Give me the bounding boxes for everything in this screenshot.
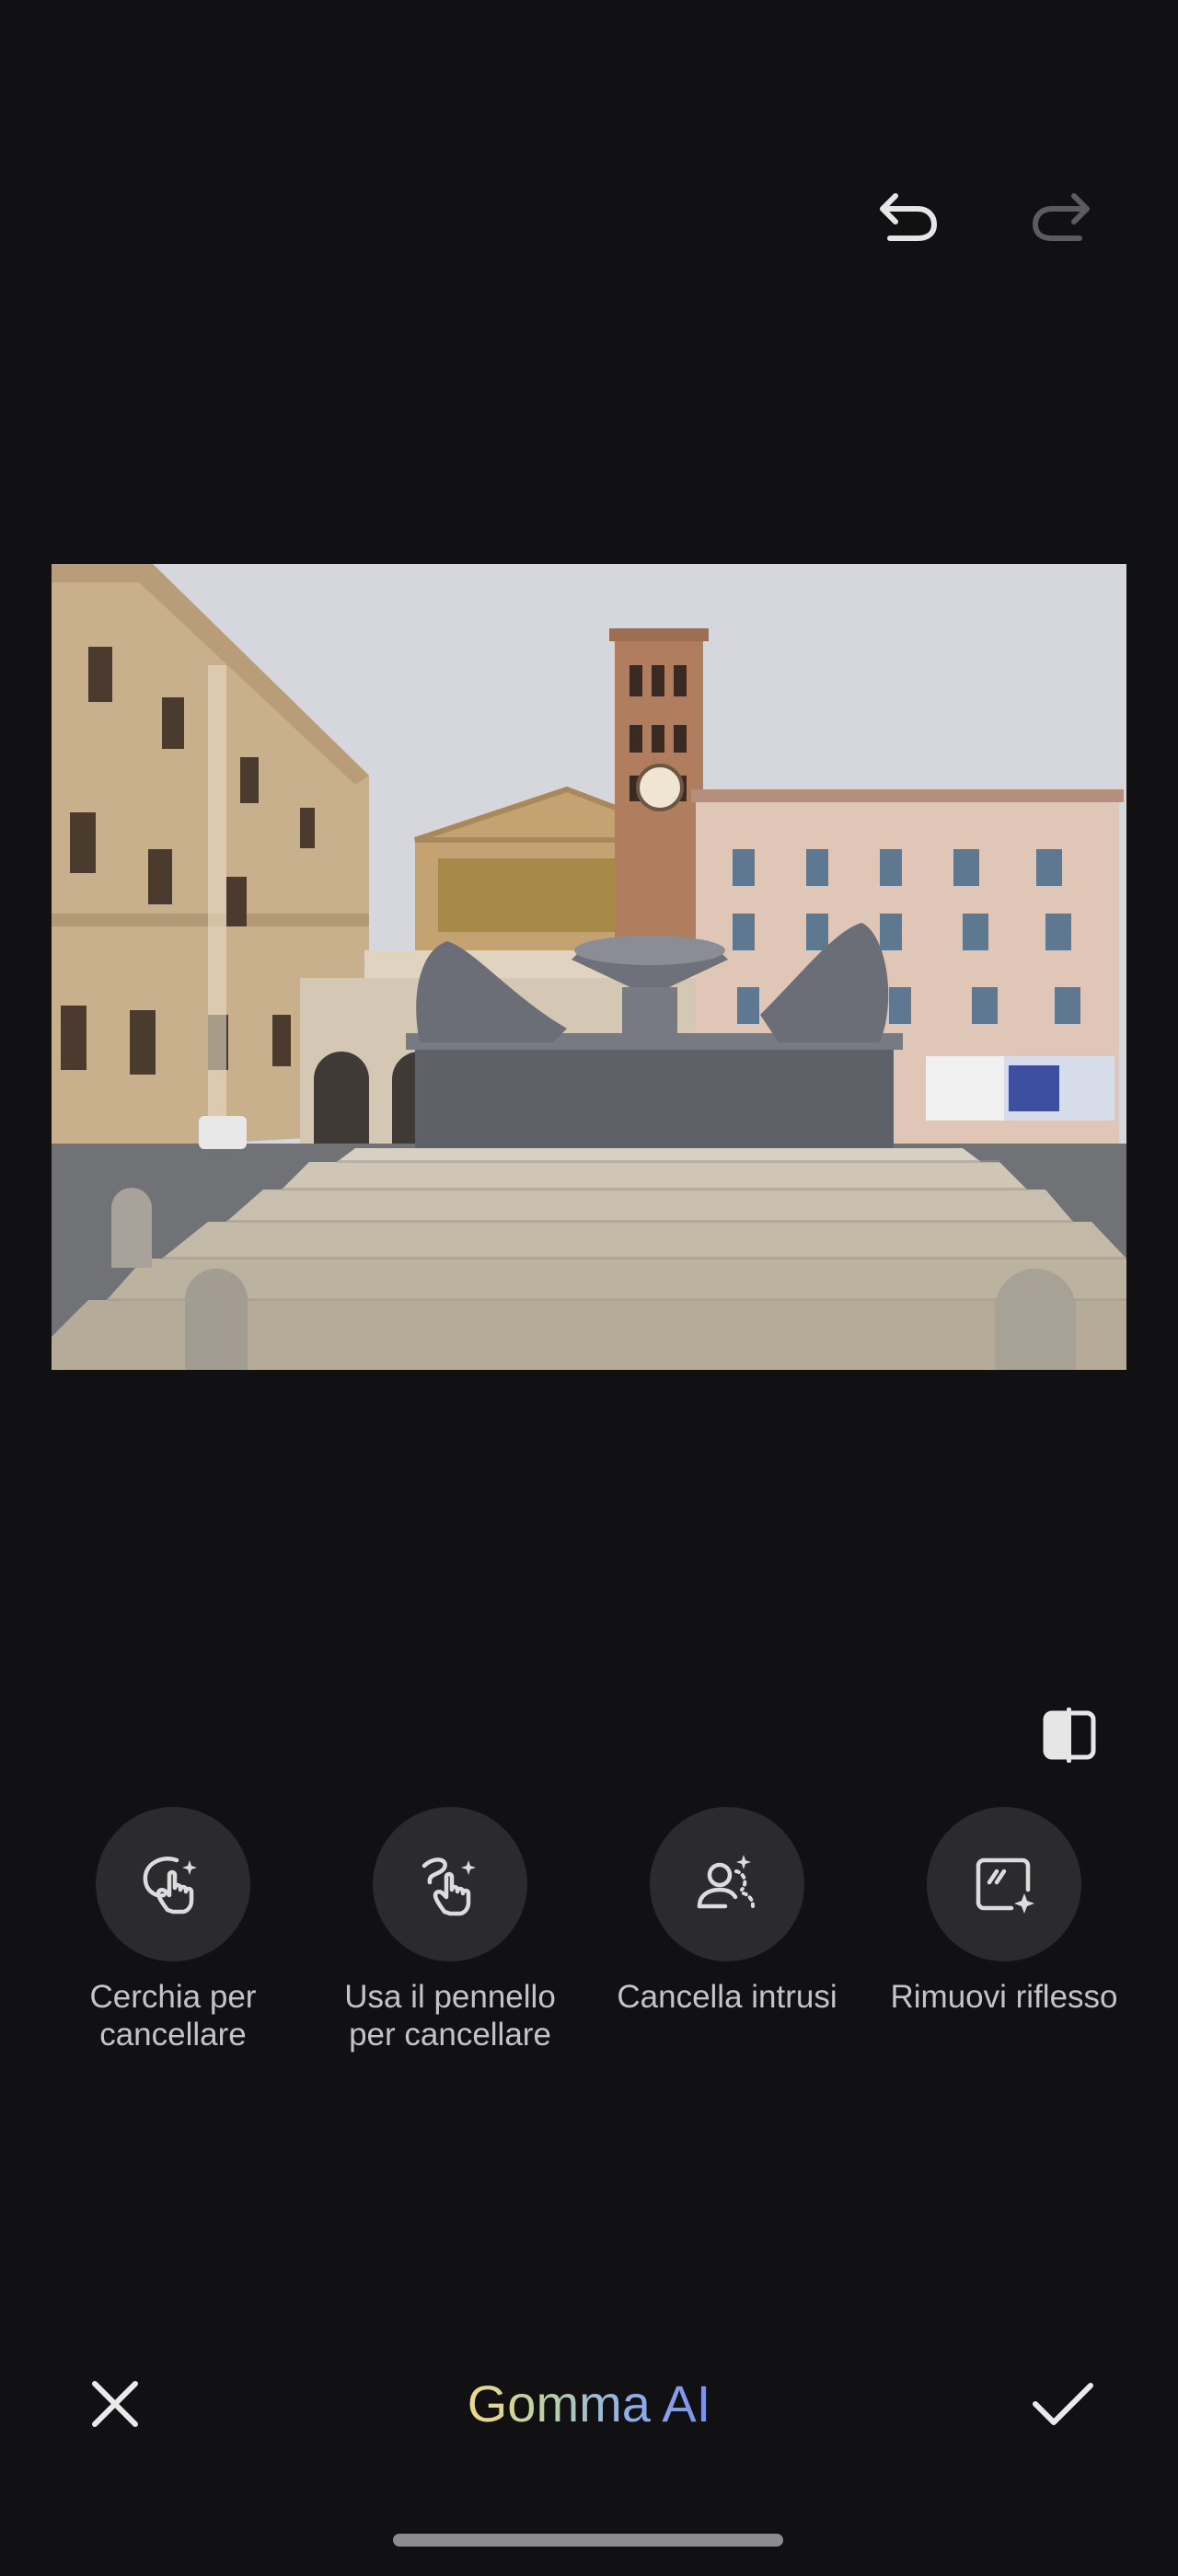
- redo-button[interactable]: [1011, 166, 1112, 267]
- tool-label: Rimuovi riflesso: [890, 1979, 1118, 2015]
- compare-icon: [1043, 1708, 1096, 1763]
- tool-brush-erase[interactable]: Usa il pennello per cancellare: [312, 1807, 588, 2053]
- tool-button[interactable]: [373, 1807, 527, 1961]
- circle-to-erase-icon: [143, 1857, 197, 1915]
- brush-erase-icon: [422, 1857, 476, 1916]
- tool-label: Usa il pennello per cancellare: [344, 1979, 556, 2053]
- check-icon: [1033, 2383, 1093, 2425]
- tool-circle-to-erase[interactable]: Cerchia per cancellare: [35, 1807, 311, 2053]
- redo-icon: [1032, 193, 1090, 241]
- page-title: Gomma AI: [0, 2372, 1178, 2436]
- tool-button[interactable]: [650, 1807, 804, 1961]
- tool-remove-reflection[interactable]: Rimuovi riflesso: [866, 1807, 1142, 2016]
- tool-label: Cancella intrusi: [617, 1979, 837, 2015]
- tool-label: Cerchia per cancellare: [89, 1979, 257, 2053]
- title-text: Gomma AI: [467, 2375, 711, 2432]
- photo-canvas[interactable]: [52, 564, 1126, 1370]
- home-indicator[interactable]: [393, 2534, 783, 2547]
- undo-button[interactable]: [858, 166, 959, 267]
- remove-reflection-icon: [976, 1857, 1034, 1914]
- compare-button[interactable]: [1023, 1689, 1115, 1781]
- remove-people-icon: [697, 1855, 755, 1909]
- tool-remove-people[interactable]: Cancella intrusi: [589, 1807, 865, 2016]
- tool-button[interactable]: [927, 1807, 1081, 1961]
- undo-icon: [880, 193, 938, 241]
- tool-button[interactable]: [96, 1807, 250, 1961]
- confirm-button[interactable]: [1012, 2353, 1114, 2455]
- photo-illustration: [52, 564, 1126, 1370]
